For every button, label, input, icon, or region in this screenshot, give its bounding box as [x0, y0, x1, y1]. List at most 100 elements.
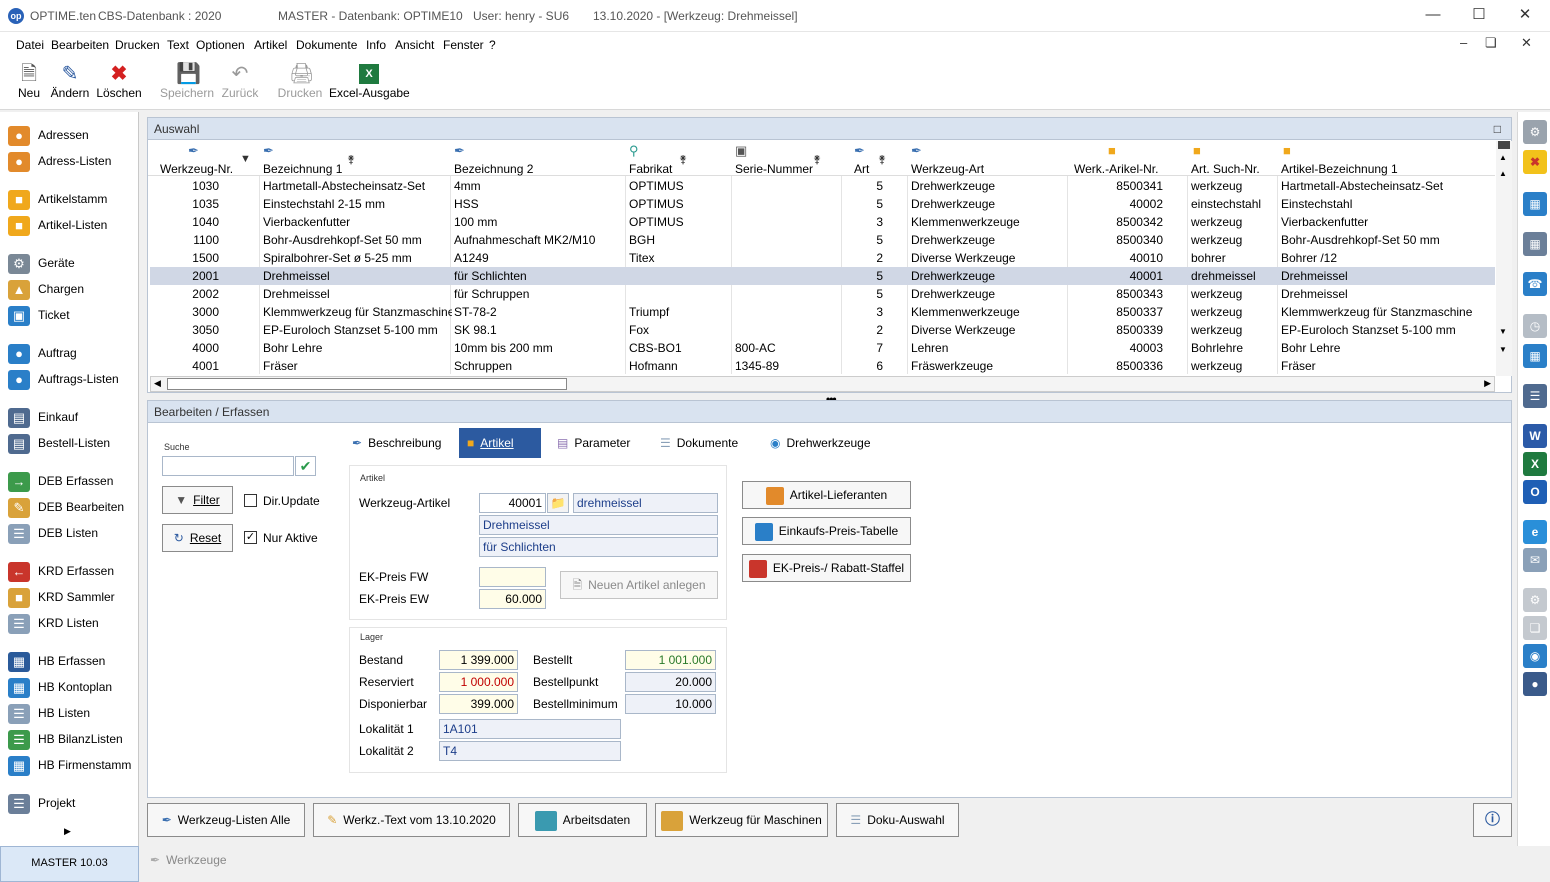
- tools-icon[interactable]: ⚙: [1523, 120, 1547, 144]
- werkz-text-button[interactable]: ✎ Werkz.-Text vom 13.10.2020: [313, 803, 510, 837]
- menu-text[interactable]: Text: [167, 38, 189, 52]
- ekpreis-ew-input[interactable]: 60.000: [479, 589, 546, 609]
- menu-ansicht[interactable]: Ansicht: [395, 38, 434, 52]
- werkzeug-artikel-nr-input[interactable]: 40001: [479, 493, 546, 513]
- nav-more-arrow-icon[interactable]: ▶: [64, 826, 71, 837]
- scroll-top-icon[interactable]: ▲: [1499, 153, 1507, 162]
- nav-hb-kontoplan[interactable]: ▦ HB Kontoplan: [8, 676, 112, 698]
- table-row[interactable]: 2002 Drehmeissel für Schruppen 5 Drehwerkzeu…: [150, 285, 1495, 303]
- tab-artikel[interactable]: ■ Artikel: [459, 428, 541, 458]
- phone-icon[interactable]: ☎: [1523, 272, 1547, 296]
- col-fabrikat[interactable]: ⚲ Fabrikat ⚵: [629, 141, 729, 176]
- outlook-icon[interactable]: O: [1523, 480, 1547, 504]
- col-bezeichnung-1[interactable]: ✒ Bezeichnung 1 ⚵: [263, 141, 453, 176]
- nav-deb-erfassen[interactable]: → DEB Erfassen: [8, 470, 113, 492]
- table-row[interactable]: 3000 Klemmwerkzeug für Stanzmaschine ST-78…: [150, 303, 1495, 321]
- nav-hb-bilanzlisten[interactable]: ☰ HB BilanzListen: [8, 728, 123, 750]
- nav-geraete[interactable]: ⚙ Geräte: [8, 252, 75, 274]
- artikel-lieferanten-button[interactable]: Artikel-Lieferanten: [742, 481, 911, 509]
- clock-icon[interactable]: ◷: [1523, 314, 1547, 338]
- nav-auftrag[interactable]: ● Auftrag: [8, 342, 77, 364]
- calculator-icon[interactable]: ▦: [1523, 344, 1547, 368]
- hscroll-thumb[interactable]: [167, 378, 567, 390]
- lokalitaet2-field[interactable]: T4: [439, 741, 621, 761]
- nav-hb-listen[interactable]: ☰ HB Listen: [8, 702, 90, 724]
- doku-auswahl-button[interactable]: ☰ Doku-Auswahl: [836, 803, 959, 837]
- print-button[interactable]: 🖨 Drucken: [276, 62, 324, 108]
- police-user-icon[interactable]: ●: [1523, 672, 1547, 696]
- nav-einkauf[interactable]: ▤ Einkauf: [8, 406, 78, 428]
- scroll-left-icon[interactable]: ◀: [154, 378, 161, 389]
- table-row[interactable]: 1500 Spiralbohrer-Set ø 5-25 mm A1249 Titex…: [150, 249, 1495, 267]
- col-art[interactable]: ✒ Art ⚵: [854, 141, 904, 176]
- table-row[interactable]: 2001 Drehmeissel für Schlichten 5 Drehwerkze…: [150, 267, 1495, 285]
- nav-adress-listen[interactable]: ● Adress-Listen: [8, 150, 111, 172]
- nuraktive-checkbox[interactable]: ✓: [244, 531, 257, 544]
- nav-krd-erfassen[interactable]: ← KRD Erfassen: [8, 560, 114, 582]
- nav-artikel-listen[interactable]: ■ Artikel-Listen: [8, 214, 107, 236]
- col-werkzeug-nr[interactable]: ✒ Werkzeug-Nr. ▼: [160, 141, 260, 176]
- browser-icon[interactable]: e: [1523, 520, 1547, 544]
- new-article-button[interactable]: 🗎 Neuen Artikel anlegen: [560, 571, 718, 599]
- table-row[interactable]: 4001 Fräser Schruppen Hofmann 1345-89 6 Fräswe…: [150, 357, 1495, 375]
- menu-fenster[interactable]: Fenster: [443, 38, 484, 52]
- nav-deb-listen[interactable]: ☰ DEB Listen: [8, 522, 98, 544]
- col-werk-artikel-nr[interactable]: ■ Werk.-Arikel-Nr.: [1074, 141, 1184, 176]
- nav-hb-erfassen[interactable]: ▦ HB Erfassen: [8, 650, 105, 672]
- building-icon[interactable]: ▦: [1523, 232, 1547, 256]
- table-row[interactable]: 1040 Vierbackenfutter 100 mm OPTIMUS 3 Klemme…: [150, 213, 1495, 231]
- close-window-button[interactable]: ✕: [1502, 0, 1548, 32]
- word-icon[interactable]: W: [1523, 424, 1547, 448]
- shield-icon[interactable]: ◉: [1523, 644, 1547, 668]
- reset-button[interactable]: ↻ Reset: [162, 524, 233, 552]
- menu-info[interactable]: Info: [366, 38, 386, 52]
- grid-horizontal-scrollbar[interactable]: ◀ ▶: [150, 376, 1495, 392]
- nav-ticket[interactable]: ▣ Ticket: [8, 304, 70, 326]
- nav-auftrags-listen[interactable]: ● Auftrags-Listen: [8, 368, 119, 390]
- col-werkzeug-art[interactable]: ✒ Werkzeug-Art: [911, 141, 1061, 176]
- table-row[interactable]: 3050 EP-Euroloch Stanzset 5-100 mm SK 98.1…: [150, 321, 1495, 339]
- info-button[interactable]: ⓘ: [1473, 803, 1512, 837]
- nav-krd-listen[interactable]: ☰ KRD Listen: [8, 612, 99, 634]
- bestellpunkt-field[interactable]: 20.000: [625, 672, 716, 692]
- scroll-thumb[interactable]: [1498, 141, 1510, 149]
- menu-artikel[interactable]: Artikel: [254, 38, 287, 52]
- search-input[interactable]: [162, 456, 294, 476]
- exit-icon[interactable]: ✖: [1523, 150, 1547, 174]
- arbeitsdaten-button[interactable]: Arbeitsdaten: [518, 803, 647, 837]
- werkzeug-fuer-maschinen-button[interactable]: Werkzeug für Maschinen: [655, 803, 828, 837]
- einkaufs-preis-tabelle-button[interactable]: Einkaufs-Preis-Tabelle: [742, 517, 911, 545]
- menu-help[interactable]: ?: [489, 38, 496, 52]
- nav-hb-firmenstamm[interactable]: ▦ HB Firmenstamm: [8, 754, 131, 776]
- minimize-button[interactable]: —: [1410, 0, 1456, 32]
- dirupdate-checkbox[interactable]: [244, 494, 257, 507]
- col-artikel-bezeichnung-1[interactable]: ■ Artikel-Bezeichnung 1: [1281, 141, 1491, 176]
- folder-browse-icon[interactable]: 📁: [547, 493, 569, 513]
- filter-button[interactable]: ▼ Filter: [162, 486, 233, 514]
- ek-preis-rabatt-staffel-button[interactable]: EK-Preis-/ Rabatt-Staffel: [742, 554, 911, 582]
- ekpreis-fw-input[interactable]: [479, 567, 546, 587]
- nav-bestell-listen[interactable]: ▤ Bestell-Listen: [8, 432, 110, 454]
- tab-dokumente[interactable]: ☰ Dokumente: [652, 428, 746, 458]
- menu-drucken[interactable]: Drucken: [115, 38, 160, 52]
- settings-wheel-icon[interactable]: ⚙: [1523, 588, 1547, 612]
- menu-datei[interactable]: Datei: [16, 38, 44, 52]
- nav-projekt[interactable]: ☰ Projekt: [8, 792, 75, 814]
- mdi-minimize-icon[interactable]: –: [1460, 35, 1467, 50]
- col-serie-nummer[interactable]: ▣ Serie-Nummer ⚵: [735, 141, 835, 176]
- excel-quick-icon[interactable]: X: [1523, 452, 1547, 476]
- bestellminimum-field[interactable]: 10.000: [625, 694, 716, 714]
- tab-parameter[interactable]: ▤ Parameter: [549, 428, 638, 458]
- lokalitaet1-field[interactable]: 1A101: [439, 719, 621, 739]
- tab-drehwerkzeuge[interactable]: ◉ Drehwerkzeuge: [762, 428, 879, 458]
- undo-button[interactable]: ↶ Zurück: [220, 62, 260, 108]
- mail-icon[interactable]: ✉: [1523, 548, 1547, 572]
- sort-desc-icon[interactable]: ▼: [240, 153, 251, 165]
- table-row[interactable]: 1100 Bohr-Ausdrehkopf-Set 50 mm Aufnahmesc…: [150, 231, 1495, 249]
- scroll-down-icon[interactable]: ▼: [1499, 327, 1507, 336]
- edit-button[interactable]: ✎ Ändern: [48, 62, 92, 108]
- new-button[interactable]: 🗎 Neu: [10, 62, 48, 108]
- werkzeug-listen-alle-button[interactable]: ✒ Werkzeug-Listen Alle: [147, 803, 305, 837]
- scroll-up-icon[interactable]: ▲: [1499, 169, 1507, 178]
- copy-icon[interactable]: ❏: [1523, 616, 1547, 640]
